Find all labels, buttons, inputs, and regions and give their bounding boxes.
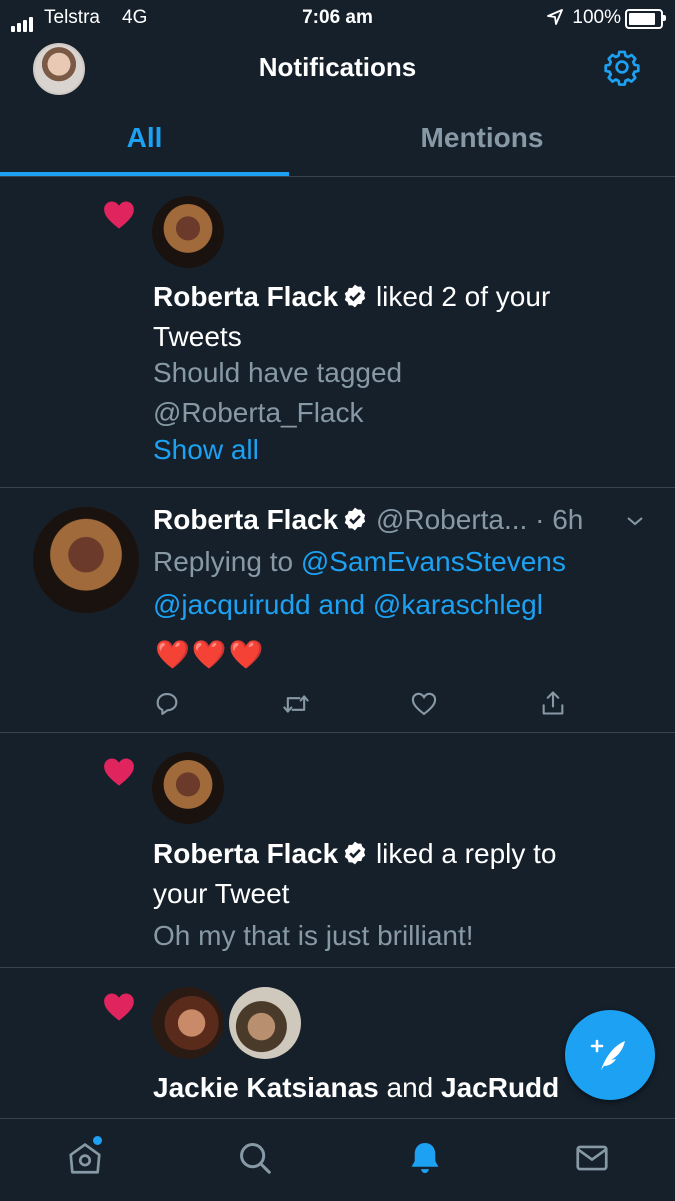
divider [0, 967, 675, 968]
settings-gear-icon[interactable] [603, 48, 641, 86]
user-name[interactable]: Roberta Flack [153, 281, 338, 312]
avatar[interactable] [152, 987, 224, 1059]
avatar[interactable] [229, 987, 301, 1059]
divider [0, 487, 675, 488]
user-name[interactable]: JacRudd [441, 1072, 559, 1103]
conjunction: and [386, 1072, 434, 1103]
avatar[interactable] [152, 196, 224, 268]
heart-icon [104, 201, 134, 229]
verified-badge-icon [344, 841, 366, 865]
action-text-continued: Tweets [153, 321, 242, 352]
tweet-time: · 6h [535, 504, 584, 535]
user-handle: @Roberta... [375, 504, 528, 535]
like-icon[interactable] [410, 690, 438, 718]
conjunction: and [318, 589, 366, 620]
action-text: liked a reply to [375, 838, 557, 869]
user-name[interactable]: Roberta Flack [153, 504, 338, 535]
bottom-navigation [0, 1118, 675, 1201]
status-bar: Telstra 4G 7:06 am 100% [0, 0, 675, 36]
divider [0, 732, 675, 733]
heart-icon [104, 758, 134, 786]
verified-badge-icon [344, 284, 366, 308]
divider [0, 176, 675, 177]
tab-mentions[interactable]: Mentions [289, 122, 675, 154]
verified-badge-icon [344, 507, 366, 531]
show-all-link[interactable]: Show all [153, 430, 259, 470]
tweet-preview-continued: @Roberta_Flack [153, 397, 364, 428]
new-content-dot [93, 1136, 102, 1145]
retweet-icon[interactable] [282, 690, 310, 718]
chevron-down-icon[interactable] [624, 513, 646, 529]
user-name[interactable]: Jackie Katsianas [153, 1072, 379, 1103]
page-title: Notifications [258, 52, 417, 82]
search-icon[interactable] [236, 1139, 274, 1177]
user-name[interactable]: Roberta Flack [153, 838, 338, 869]
messages-envelope-icon[interactable] [573, 1139, 611, 1177]
mention-link[interactable]: @jacquirudd [153, 589, 311, 620]
replying-to-label: Replying to [153, 546, 294, 577]
compose-tweet-button[interactable] [565, 1010, 655, 1100]
mention-link[interactable]: @karaschlegl [373, 589, 543, 620]
tweet-preview: Oh my that is just brilliant! [153, 920, 474, 951]
replying-to-continued: @jacquirudd and @karaschlegl [153, 585, 543, 625]
tab-all[interactable]: All [0, 122, 289, 154]
notification-text: Jackie Katsianas and JacRudd [153, 1068, 559, 1108]
battery-percentage: 100% [572, 7, 621, 28]
tweet-body: ❤️❤️❤️ [155, 639, 266, 670]
tweet-header: Roberta Flack @Roberta... · 6h [153, 500, 583, 540]
notifications-bell-icon[interactable] [406, 1139, 444, 1177]
action-text-continued: your Tweet [153, 878, 290, 909]
avatar[interactable] [152, 752, 224, 824]
location-arrow-icon [547, 9, 563, 25]
share-icon[interactable] [539, 689, 567, 717]
compose-tweet-icon [590, 1039, 625, 1070]
battery-icon [625, 9, 666, 29]
action-text: liked 2 of your [375, 281, 551, 312]
notification-text: Roberta Flack liked a reply to [153, 834, 557, 874]
tweet-preview: Should have tagged [153, 357, 403, 388]
reply-icon[interactable] [153, 690, 181, 718]
replying-to: Replying to @SamEvansStevens [153, 542, 566, 582]
heart-icon [104, 993, 134, 1021]
mention-link[interactable]: @SamEvansStevens [301, 546, 566, 577]
notification-text: Roberta Flack liked 2 of your [153, 277, 550, 317]
avatar[interactable] [33, 507, 139, 613]
